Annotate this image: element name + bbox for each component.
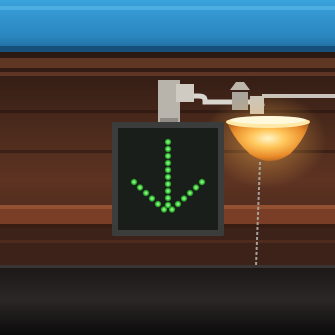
scene-illustration <box>0 0 335 335</box>
led-dot <box>154 200 162 208</box>
led-dot <box>136 184 144 191</box>
led-dot <box>160 206 168 213</box>
led-dot <box>164 166 172 174</box>
led-dot <box>186 189 194 197</box>
led-dot <box>164 180 172 188</box>
led-dot <box>142 189 150 197</box>
led-dot <box>164 145 172 153</box>
led-dot <box>164 159 172 167</box>
led-dot <box>192 184 200 191</box>
led-dot <box>174 200 182 208</box>
led-dot <box>164 187 172 195</box>
led-dot <box>164 194 172 202</box>
led-dot <box>164 138 172 146</box>
led-dot <box>180 195 188 202</box>
led-dot <box>148 195 156 202</box>
led-dot <box>198 178 206 186</box>
led-dot <box>168 206 176 213</box>
led-dot <box>164 152 172 160</box>
dark-lower-area <box>0 265 335 335</box>
led-dot <box>164 173 172 181</box>
led-dot <box>130 178 138 186</box>
photo-scene <box>0 0 335 335</box>
